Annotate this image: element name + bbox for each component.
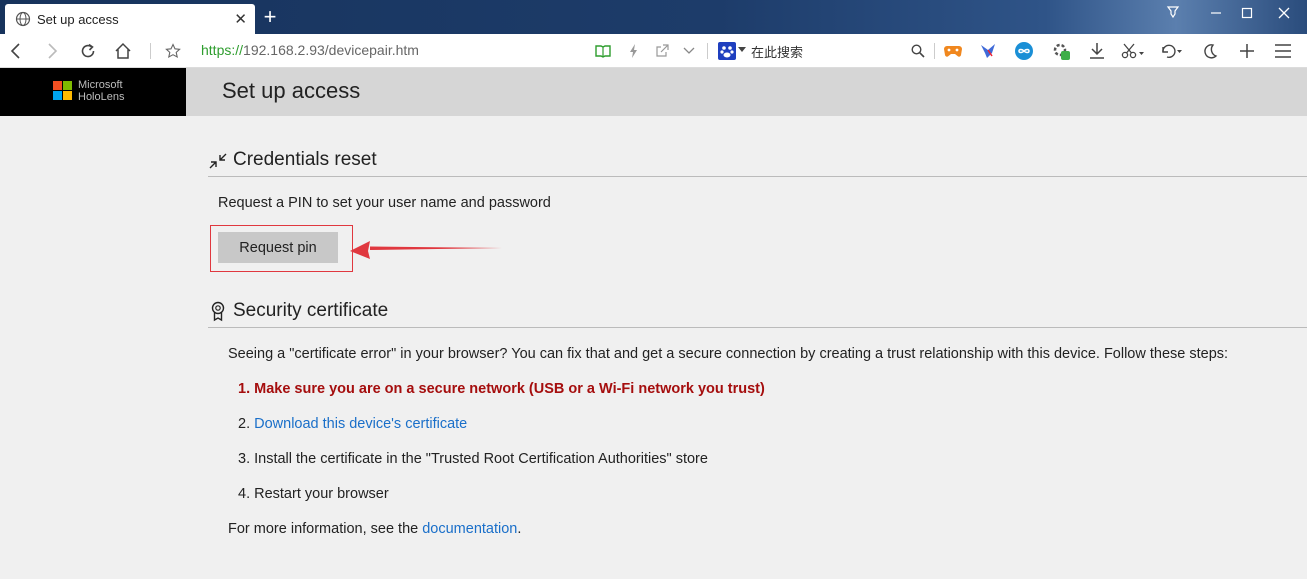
globe-icon [15,11,31,27]
credentials-heading: Credentials reset [233,149,377,170]
security-intro: Seeing a "certificate error" in your bro… [228,346,1229,362]
more-info-text: For more information, see the documentat… [228,521,521,537]
page-title: Set up access [222,78,361,103]
brand-text: Microsoft HoloLens [78,79,124,103]
request-pin-button[interactable]: Request pin [218,232,338,263]
close-window-icon[interactable] [1271,4,1297,24]
security-section-header: Security certificate [208,294,1307,328]
step-4-text: 4. Restart your browser [238,486,389,502]
address-bar[interactable]: https://192.168.2.93/devicepair.htm [201,42,419,58]
chevron-down-icon[interactable] [681,40,697,62]
pin-icon[interactable] [1160,4,1186,24]
collapse-arrows-icon [209,153,227,169]
bird-extension-icon[interactable] [977,40,999,62]
home-icon[interactable] [113,40,133,62]
browser-tab[interactable]: Set up access ✕ [5,4,255,34]
documentation-link[interactable]: documentation [422,521,517,537]
step-2-text: 2. Download this device's certificate [238,416,467,432]
brand-logo-area: Microsoft HoloLens [0,68,186,116]
menu-icon[interactable] [1273,40,1293,62]
step-2-prefix: 2. [238,416,255,432]
browser-toolbar: https://192.168.2.93/devicepair.htm 在此搜索 [0,34,1307,68]
screenshot-scissors-icon[interactable] [1120,40,1146,62]
download-certificate-link[interactable]: Download this device's certificate [254,416,467,432]
back-icon[interactable] [6,40,26,62]
infinity-extension-icon[interactable] [1013,40,1035,62]
search-icon[interactable] [909,40,927,62]
tab-title: Set up access [37,11,119,27]
url-text: 192.168.2.93/devicepair.htm [243,42,419,58]
reload-icon[interactable] [78,40,98,62]
brand-line1: Microsoft [78,79,123,91]
step-3-text: 3. Install the certificate in the "Trust… [238,451,708,467]
add-icon[interactable] [1237,40,1257,62]
brand-line2: HoloLens [78,91,125,103]
undo-icon[interactable] [1158,40,1184,62]
more-info-suffix: . [517,521,522,537]
new-tab-button[interactable]: + [260,4,280,30]
bookmark-star-icon[interactable] [163,40,183,62]
minimize-icon[interactable] [1203,4,1229,24]
url-protocol: https:// [201,42,244,58]
toolbar-divider [150,43,151,59]
microsoft-logo-icon [53,81,73,101]
certificate-ribbon-icon [211,301,225,322]
toolbar-divider [934,43,935,59]
caret-down-icon[interactable] [737,44,747,56]
maximize-icon[interactable] [1234,4,1260,24]
game-controller-icon[interactable] [942,40,964,62]
step-1-text: 1. Make sure you are on a secure network… [238,381,765,397]
page-header [0,68,1307,116]
browser-title-bar: Set up access ✕ + [0,0,1307,34]
share-icon[interactable] [654,40,670,62]
settings-extension-icon[interactable] [1050,40,1072,62]
lightning-icon[interactable] [626,40,642,62]
more-info-prefix: For more information, see the [228,521,423,537]
security-heading: Security certificate [233,300,389,321]
close-tab-icon[interactable]: ✕ [234,10,247,28]
reader-mode-icon[interactable] [594,40,612,62]
credentials-description: Request a PIN to set your user name and … [218,195,551,211]
toolbar-divider [707,43,708,59]
annotation-arrow-icon [350,241,502,259]
credentials-section-header: Credentials reset [208,143,1307,177]
baidu-search-icon[interactable] [718,42,736,60]
search-input[interactable]: 在此搜索 [751,42,803,61]
download-icon[interactable] [1087,40,1107,62]
night-mode-icon[interactable] [1200,40,1220,62]
forward-icon[interactable] [42,40,62,62]
